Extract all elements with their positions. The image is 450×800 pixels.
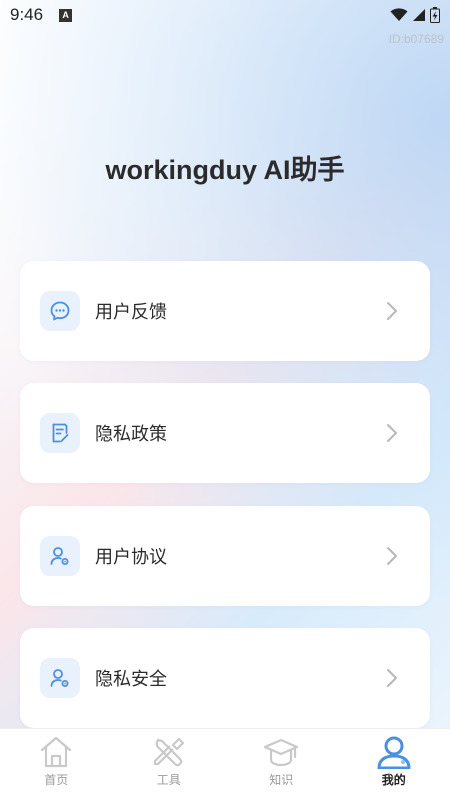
battery-icon — [430, 7, 440, 23]
nav-label: 工具 — [156, 773, 181, 787]
signal-icon — [413, 9, 425, 21]
user-settings-icon — [40, 658, 80, 698]
menu-item-label: 隐私安全 — [95, 669, 167, 690]
person-icon — [377, 736, 411, 769]
menu-item-privacy-policy[interactable]: 隐私政策 — [20, 383, 430, 483]
menu-item-label: 用户协议 — [95, 547, 167, 568]
nav-item-home[interactable]: 首页 — [0, 729, 113, 800]
status-icons — [390, 7, 440, 23]
menu-item-privacy-security[interactable]: 隐私安全 — [20, 628, 430, 728]
nav-label: 知识 — [269, 773, 294, 787]
graduation-cap-icon — [264, 738, 299, 767]
nav-label: 首页 — [44, 773, 69, 787]
wifi-icon — [390, 8, 408, 21]
app-title: workingduy AI助手 — [105, 155, 345, 185]
menu-item-user-feedback[interactable]: 用户反馈 — [20, 261, 430, 361]
menu-item-label: 用户反馈 — [95, 302, 167, 323]
tools-icon — [153, 737, 184, 767]
nav-label: 我的 — [381, 773, 406, 787]
nav-item-tools[interactable]: 工具 — [113, 729, 226, 800]
chevron-right-icon — [386, 668, 398, 688]
user-settings-icon — [40, 536, 80, 576]
home-icon — [41, 736, 72, 768]
chat-bubble-icon — [40, 291, 80, 331]
document-icon — [40, 413, 80, 453]
chevron-right-icon — [386, 423, 398, 443]
chevron-right-icon — [386, 301, 398, 321]
nav-item-knowledge[interactable]: 知识 — [225, 729, 338, 800]
status-bar: 9:46 A — [0, 0, 450, 30]
menu-item-label: 隐私政策 — [95, 424, 167, 445]
menu-item-user-agreement[interactable]: 用户协议 — [20, 506, 430, 606]
bottom-nav: 首页 工具 知识 我的 — [0, 728, 450, 800]
chevron-right-icon — [386, 546, 398, 566]
notification-a-icon: A — [59, 8, 73, 22]
status-time: 9:46 — [10, 5, 44, 24]
user-id-label: ID:b07689 — [388, 32, 444, 46]
nav-item-me[interactable]: 我的 — [338, 729, 450, 800]
